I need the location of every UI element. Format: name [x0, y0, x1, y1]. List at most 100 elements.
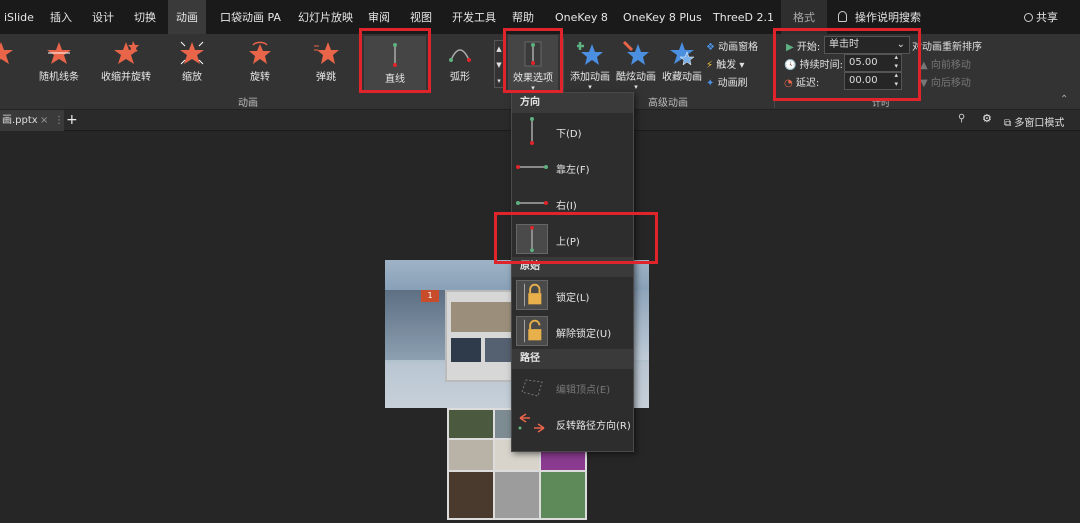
- add-star-icon: [577, 42, 603, 65]
- menu-item-left[interactable]: 靠左(F): [512, 149, 633, 185]
- duration-value: 05.00: [849, 57, 878, 68]
- painter-icon: ✦: [706, 78, 715, 89]
- star-spin-icon: [249, 41, 271, 64]
- menu-item-unlock[interactable]: 解除锁定(U): [512, 313, 633, 349]
- start-label: ▶ 开始:: [786, 38, 820, 53]
- menu-item-edit-points[interactable]: 编辑顶点(E): [512, 369, 633, 405]
- tab-view[interactable]: 视图: [410, 0, 432, 34]
- effect-label: 直线: [385, 74, 405, 85]
- spinner-icon[interactable]: ▴ ▾: [894, 53, 898, 71]
- tab-pocket-animation[interactable]: 口袋动画 PA: [220, 0, 281, 34]
- start-label-text: 开始:: [796, 42, 821, 53]
- new-tab-button[interactable]: +: [66, 110, 78, 130]
- pin-icon[interactable]: ⚲: [958, 113, 965, 124]
- group-label-advanced: 高级动画: [648, 98, 688, 109]
- spinner-icon[interactable]: ▴ ▾: [894, 71, 898, 89]
- collapse-ribbon-icon[interactable]: ⌃: [1060, 94, 1068, 105]
- effect-bounce[interactable]: 弹跳: [306, 34, 346, 94]
- straight-line-icon: [393, 43, 397, 67]
- animation-pane-button[interactable]: ❖ 动画窗格: [706, 38, 758, 53]
- tab-threed[interactable]: ThreeD 2.1: [713, 0, 774, 34]
- menu-item-reverse-path[interactable]: 反转路径方向(R): [512, 405, 633, 441]
- chevron-down-icon: ⌄: [896, 39, 905, 50]
- move-earlier-label: 向前移动: [930, 60, 971, 71]
- ribbon-tab-bar: iSlide 插入 设计 切换 动画 口袋动画 PA 幻灯片放映 审阅 视图 开…: [0, 0, 1080, 34]
- divider: [774, 38, 775, 108]
- close-icon[interactable]: ×: [40, 110, 48, 131]
- menu-item-up[interactable]: 上(P): [512, 221, 633, 257]
- delay-label-text: 延迟:: [795, 78, 820, 89]
- effect-label: 收缩并旋转: [101, 72, 151, 83]
- effect-random-lines[interactable]: 随机线条: [36, 34, 82, 94]
- photo: [541, 472, 585, 518]
- tab-insert[interactable]: 插入: [50, 0, 72, 34]
- gear-icon[interactable]: ⚙: [982, 112, 992, 125]
- document-tab-label: 画.pptx: [2, 115, 38, 126]
- animation-pane-icon: ❖: [706, 42, 715, 53]
- effect-arc[interactable]: 弧形: [440, 34, 480, 94]
- effect-spin[interactable]: 旋转: [240, 34, 280, 94]
- search-label: 操作说明搜索: [855, 11, 921, 24]
- effect-options-menu: 方向 下(D) 靠左(F) 右(I) 上(P) 原始 锁定(L) 解除锁定(U)…: [511, 92, 634, 452]
- star-zoom-icon: [180, 41, 204, 65]
- photo: [449, 472, 493, 518]
- menu-item-right[interactable]: 右(I): [512, 185, 633, 221]
- tab-slideshow[interactable]: 幻灯片放映: [298, 0, 353, 34]
- line-right-icon: [516, 201, 548, 205]
- trigger-button[interactable]: ⚡ 触发 ▾: [706, 56, 744, 71]
- effect-label: 缩放: [182, 72, 202, 83]
- line-up-icon: [516, 224, 548, 254]
- menu-item-label: 右(I): [556, 201, 577, 212]
- animation-painter-button[interactable]: ✦ 动画刷: [706, 74, 748, 89]
- menu-section-origin: 原始: [512, 257, 633, 277]
- dropdown-arrow-icon: ▾: [588, 83, 592, 91]
- duration-input[interactable]: 05.00 ▴ ▾: [844, 53, 902, 72]
- document-tab[interactable]: 画.pptx × ⋮: [0, 110, 64, 131]
- reverse-path-icon: [518, 413, 545, 433]
- add-animation-button[interactable]: 添加动画 ▾: [568, 34, 612, 94]
- tab-format[interactable]: 格式: [781, 0, 827, 34]
- tab-design[interactable]: 设计: [92, 0, 114, 34]
- delay-input[interactable]: 00.00 ▴ ▾: [844, 71, 902, 90]
- more-icon[interactable]: ⋮: [54, 110, 64, 131]
- effect-options-button[interactable]: 效果选项 ▾: [508, 35, 558, 93]
- menu-item-label: 下(D): [556, 129, 582, 140]
- tab-animations[interactable]: 动画: [168, 0, 206, 34]
- menu-item-down[interactable]: 下(D): [512, 113, 633, 149]
- edit-points-icon: [521, 379, 543, 397]
- start-select[interactable]: 单击时 ⌄: [824, 36, 910, 54]
- share-button[interactable]: 共享: [1024, 0, 1058, 34]
- effect-partial[interactable]: [0, 34, 16, 94]
- menu-item-lock[interactable]: 锁定(L): [512, 277, 633, 313]
- star-icon: [0, 42, 13, 64]
- effect-zoom[interactable]: 缩放: [172, 34, 212, 94]
- gallery-scroll[interactable]: ▲ ▼ ▾: [494, 40, 504, 88]
- share-label: 共享: [1036, 11, 1058, 24]
- tab-transitions[interactable]: 切换: [134, 0, 156, 34]
- line-left-icon: [516, 165, 548, 169]
- favorite-animation-button[interactable]: 收藏动画: [660, 34, 704, 94]
- cool-star-icon: [623, 40, 649, 65]
- effect-line[interactable]: 直线: [364, 36, 426, 92]
- tab-onekey8[interactable]: OneKey 8: [555, 0, 608, 34]
- cool-animation-button[interactable]: 酷炫动画 ▾: [614, 34, 658, 94]
- effect-label: 旋转: [250, 72, 270, 83]
- move-later-button[interactable]: ▼ 向后移动: [920, 74, 971, 89]
- unlock-icon: [516, 316, 548, 346]
- slide-number-badge: 1: [421, 290, 439, 302]
- star-bounce-icon: [314, 42, 339, 64]
- multi-window-button[interactable]: ⧉ 多窗口模式: [1004, 114, 1064, 129]
- effect-options-label: 效果选项: [513, 73, 553, 84]
- tab-help[interactable]: 帮助: [512, 0, 534, 34]
- effect-shrink-turn[interactable]: 收缩并旋转: [98, 34, 154, 94]
- tab-developer[interactable]: 开发工具: [452, 0, 496, 34]
- dropdown-arrow-icon: ▾: [531, 84, 535, 92]
- tab-review[interactable]: 审阅: [368, 0, 390, 34]
- tab-islide[interactable]: iSlide: [4, 0, 34, 34]
- move-later-label: 向后移动: [930, 78, 971, 89]
- tell-me-search[interactable]: 操作说明搜索: [838, 0, 921, 34]
- move-earlier-button[interactable]: ▲ 向前移动: [920, 56, 971, 71]
- duration-label-text: 持续时间:: [799, 60, 844, 71]
- tab-onekey8plus[interactable]: OneKey 8 Plus: [623, 0, 702, 34]
- reorder-title: 对动画重新排序: [912, 42, 982, 53]
